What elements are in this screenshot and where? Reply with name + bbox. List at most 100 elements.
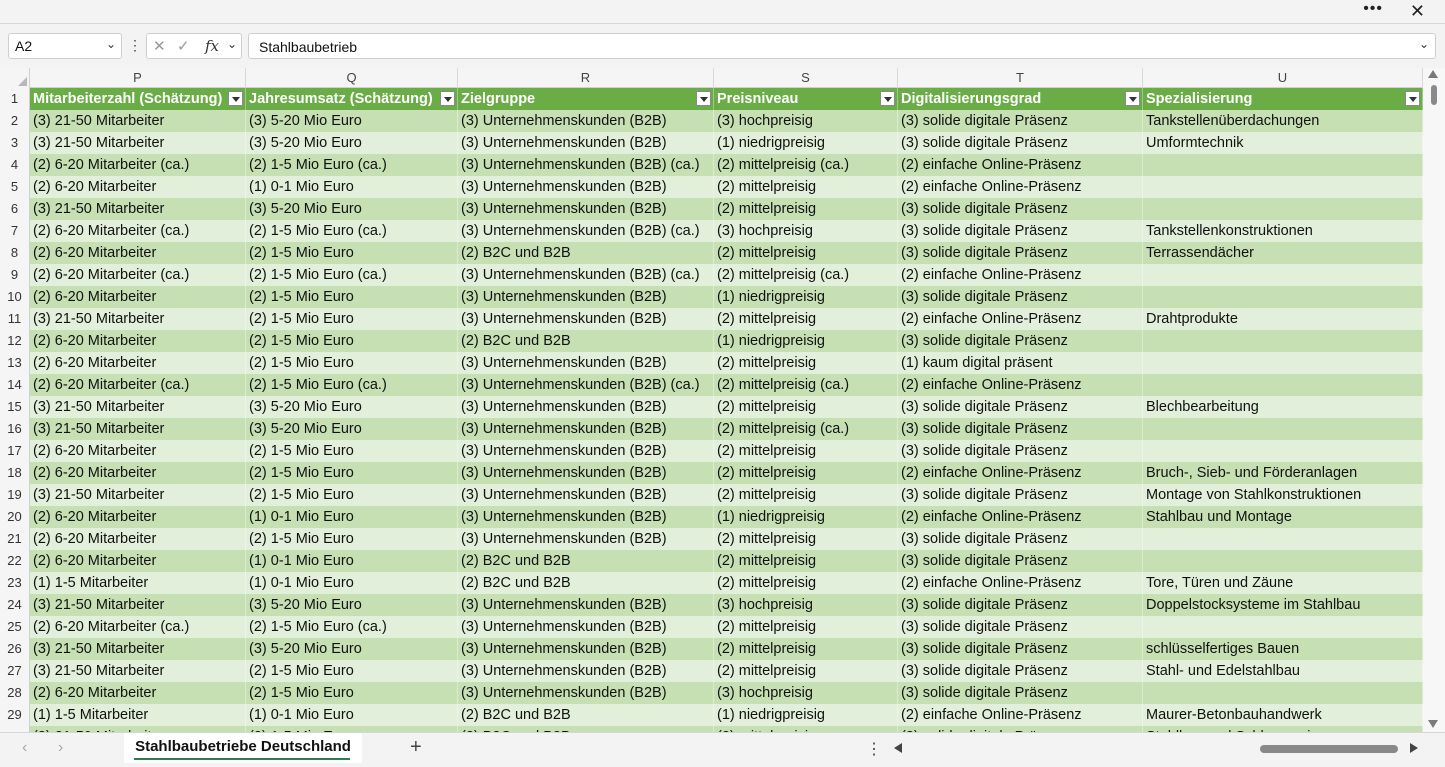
table-cell[interactable]: (3) solide digitale Präsenz — [898, 594, 1143, 616]
table-cell[interactable]: (3) Unternehmenskunden (B2B) — [458, 528, 714, 550]
row-number[interactable]: 16 — [0, 418, 30, 440]
table-cell[interactable]: (2) B2C und B2B — [458, 242, 714, 264]
table-cell[interactable] — [1143, 550, 1423, 572]
table-cell[interactable]: (2) 1-5 Mio Euro — [246, 286, 458, 308]
table-cell[interactable]: (3) Unternehmenskunden (B2B) — [458, 308, 714, 330]
table-cell[interactable]: (2) B2C und B2B — [458, 330, 714, 352]
row-number[interactable]: 4 — [0, 154, 30, 176]
table-cell[interactable]: Blechbearbeitung — [1143, 396, 1423, 418]
table-cell[interactable] — [1143, 176, 1423, 198]
table-cell[interactable]: (2) 6-20 Mitarbeiter (ca.) — [30, 374, 246, 396]
table-cell[interactable]: (3) 21-50 Mitarbeiter — [30, 308, 246, 330]
table-cell[interactable]: Bruch-, Sieb- und Förderanlagen — [1143, 462, 1423, 484]
header-cell[interactable]: Spezialisierung — [1143, 88, 1423, 110]
table-cell[interactable] — [1143, 198, 1423, 220]
table-cell[interactable]: (2) 6-20 Mitarbeiter — [30, 330, 246, 352]
insert-function-icon[interactable]: fx — [205, 37, 219, 55]
column-header-s[interactable]: S — [714, 68, 898, 88]
row-number[interactable]: 28 — [0, 682, 30, 704]
scroll-thumb[interactable] — [1431, 85, 1437, 105]
table-cell[interactable]: (2) 1-5 Mio Euro (ca.) — [246, 220, 458, 242]
table-cell[interactable]: (3) 5-20 Mio Euro — [246, 594, 458, 616]
table-cell[interactable]: (3) 5-20 Mio Euro — [246, 418, 458, 440]
formula-input[interactable]: Stahlbaubetrieb ⌄ — [248, 33, 1436, 59]
column-header-t[interactable]: T — [898, 68, 1143, 88]
table-cell[interactable]: (1) 0-1 Mio Euro — [246, 704, 458, 726]
table-cell[interactable] — [1143, 374, 1423, 396]
table-cell[interactable]: (3) Unternehmenskunden (B2B) — [458, 418, 714, 440]
table-cell[interactable]: (2) 6-20 Mitarbeiter — [30, 550, 246, 572]
table-cell[interactable]: (3) solide digitale Präsenz — [898, 396, 1143, 418]
table-cell[interactable]: (3) Unternehmenskunden (B2B) — [458, 660, 714, 682]
filter-dropdown-icon[interactable] — [440, 91, 455, 106]
table-cell[interactable]: (3) Unternehmenskunden (B2B) — [458, 198, 714, 220]
table-cell[interactable]: (3) solide digitale Präsenz — [898, 616, 1143, 638]
table-cell[interactable]: (2) einfache Online-Präsenz — [898, 264, 1143, 286]
scroll-down-icon[interactable] — [1428, 720, 1438, 728]
table-cell[interactable]: (2) einfache Online-Präsenz — [898, 506, 1143, 528]
table-cell[interactable]: (1) niedrigpreisig — [714, 132, 898, 154]
table-cell[interactable]: (2) 1-5 Mio Euro — [246, 330, 458, 352]
table-cell[interactable] — [1143, 440, 1423, 462]
row-number[interactable]: 3 — [0, 132, 30, 154]
table-cell[interactable]: (3) Unternehmenskunden (B2B) — [458, 286, 714, 308]
table-cell[interactable]: (2) 6-20 Mitarbeiter — [30, 528, 246, 550]
table-cell[interactable]: (2) mittelpreisig (ca.) — [714, 418, 898, 440]
table-cell[interactable]: (2) B2C und B2B — [458, 704, 714, 726]
close-icon[interactable]: ✕ — [1410, 1, 1425, 22]
table-cell[interactable]: (3) Unternehmenskunden (B2B) (ca.) — [458, 154, 714, 176]
table-cell[interactable]: (2) 6-20 Mitarbeiter (ca.) — [30, 154, 246, 176]
table-cell[interactable]: (3) Unternehmenskunden (B2B) (ca.) — [458, 264, 714, 286]
scroll-left-icon[interactable] — [894, 743, 902, 753]
chevron-left-icon[interactable]: ‹ — [22, 739, 27, 757]
table-cell[interactable]: (3) 21-50 Mitarbeiter — [30, 594, 246, 616]
row-number[interactable]: 7 — [0, 220, 30, 242]
table-cell[interactable]: (1) 1-5 Mitarbeiter — [30, 704, 246, 726]
row-number[interactable]: 29 — [0, 704, 30, 726]
table-cell[interactable]: (3) 5-20 Mio Euro — [246, 198, 458, 220]
column-header-q[interactable]: Q — [246, 68, 458, 88]
horizontal-scroll-thumb[interactable] — [1260, 745, 1398, 753]
table-cell[interactable]: (3) solide digitale Präsenz — [898, 660, 1143, 682]
table-cell[interactable]: (2) mittelpreisig — [714, 484, 898, 506]
row-number[interactable]: 9 — [0, 264, 30, 286]
table-cell[interactable]: (3) solide digitale Präsenz — [898, 132, 1143, 154]
filter-dropdown-icon[interactable] — [1405, 91, 1420, 106]
table-cell[interactable]: (2) einfache Online-Präsenz — [898, 176, 1143, 198]
table-cell[interactable]: (3) Unternehmenskunden (B2B) — [458, 484, 714, 506]
table-cell[interactable]: (3) solide digitale Präsenz — [898, 528, 1143, 550]
chevron-down-icon[interactable]: ⌄ — [106, 37, 116, 51]
table-cell[interactable]: (2) mittelpreisig — [714, 572, 898, 594]
table-cell[interactable] — [1143, 264, 1423, 286]
table-cell[interactable]: (2) einfache Online-Präsenz — [898, 462, 1143, 484]
table-cell[interactable] — [1143, 418, 1423, 440]
table-cell[interactable]: (2) einfache Online-Präsenz — [898, 154, 1143, 176]
table-cell[interactable]: (2) 1-5 Mio Euro (ca.) — [246, 616, 458, 638]
row-number[interactable]: 22 — [0, 550, 30, 572]
table-cell[interactable]: (2) mittelpreisig — [714, 242, 898, 264]
row-number[interactable]: 18 — [0, 462, 30, 484]
row-number[interactable]: 27 — [0, 660, 30, 682]
table-cell[interactable]: (2) 1-5 Mio Euro — [246, 242, 458, 264]
table-cell[interactable]: (3) Unternehmenskunden (B2B) — [458, 594, 714, 616]
row-number[interactable]: 26 — [0, 638, 30, 660]
table-cell[interactable]: (3) solide digitale Präsenz — [898, 440, 1143, 462]
row-number[interactable]: 2 — [0, 110, 30, 132]
table-cell[interactable]: (3) 21-50 Mitarbeiter — [30, 132, 246, 154]
table-cell[interactable]: (2) 6-20 Mitarbeiter (ca.) — [30, 616, 246, 638]
table-cell[interactable]: Tankstellenkonstruktionen — [1143, 220, 1423, 242]
name-box[interactable]: A2 ⌄ — [8, 33, 122, 59]
table-cell[interactable]: (2) 1-5 Mio Euro — [246, 462, 458, 484]
table-cell[interactable]: (3) Unternehmenskunden (B2B) — [458, 110, 714, 132]
chevron-right-icon[interactable]: › — [58, 739, 63, 757]
table-cell[interactable]: (2) 1-5 Mio Euro — [246, 484, 458, 506]
vertical-scrollbar[interactable] — [1423, 68, 1445, 732]
table-cell[interactable]: (2) 6-20 Mitarbeiter — [30, 176, 246, 198]
row-number[interactable]: 1 — [0, 88, 30, 110]
filter-dropdown-icon[interactable] — [696, 91, 711, 106]
table-cell[interactable]: (2) 1-5 Mio Euro — [246, 440, 458, 462]
row-number[interactable]: 23 — [0, 572, 30, 594]
table-cell[interactable]: (2) 6-20 Mitarbeiter — [30, 506, 246, 528]
scroll-right-icon[interactable] — [1410, 743, 1418, 753]
table-cell[interactable]: (3) solide digitale Präsenz — [898, 484, 1143, 506]
